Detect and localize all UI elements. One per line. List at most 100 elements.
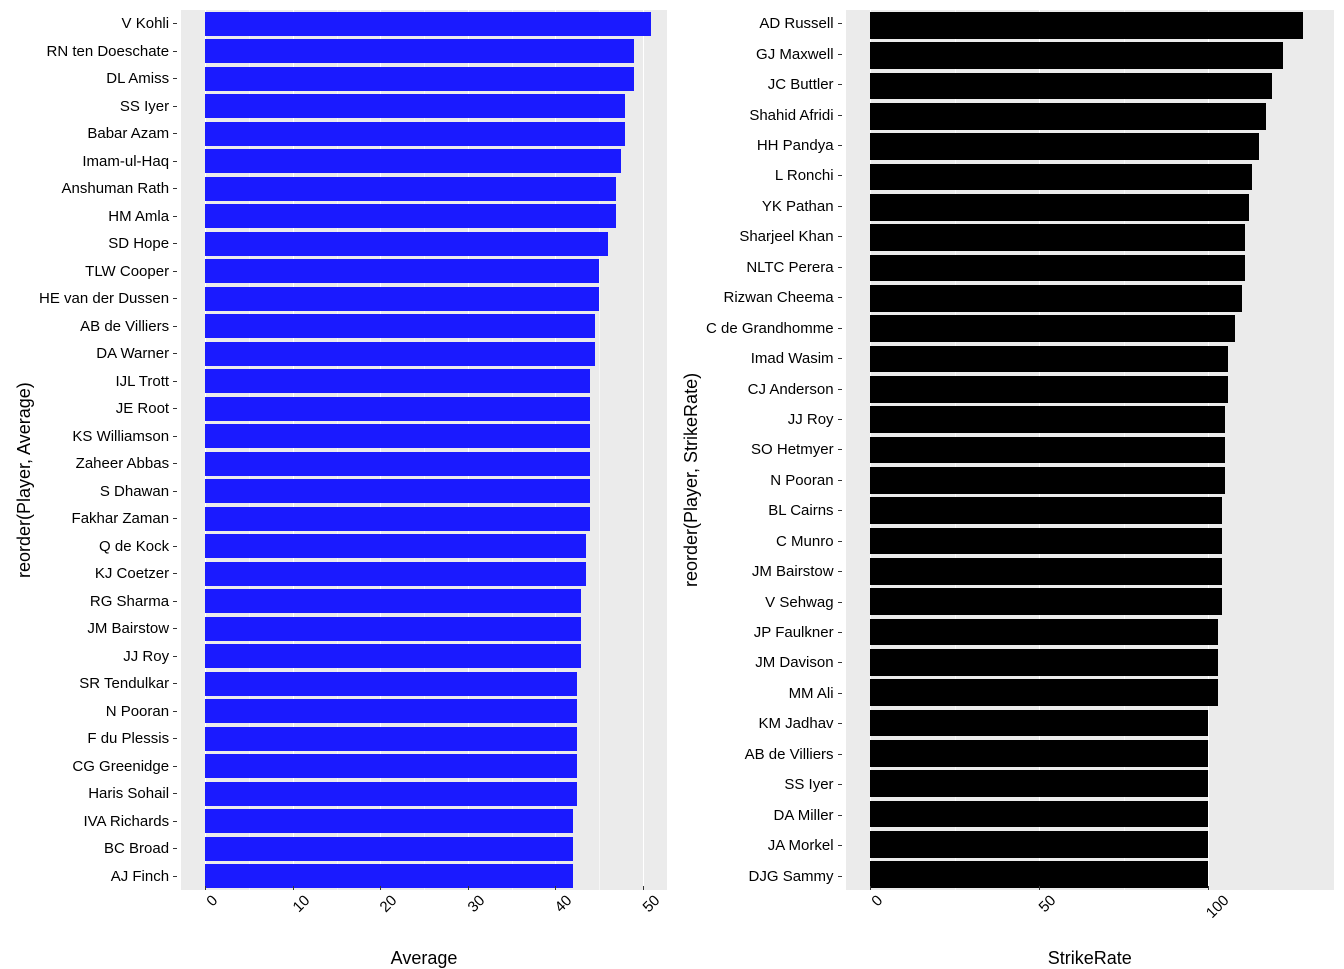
- y-category-label: YK Pathan: [762, 193, 842, 221]
- bar: [205, 424, 590, 448]
- bar: [870, 831, 1208, 858]
- y-category-label: SR Tendulkar: [79, 670, 177, 698]
- bar: [205, 397, 590, 421]
- bar: [205, 562, 585, 586]
- y-category-label: RG Sharma: [90, 588, 177, 616]
- y-category-label: C de Grandhomme: [706, 314, 842, 342]
- y-category-label: F du Plessis: [87, 725, 177, 753]
- bar: [205, 809, 572, 833]
- bar: [205, 534, 585, 558]
- y-category-label: BL Cairns: [768, 497, 841, 525]
- bar: [205, 727, 577, 751]
- y-category-label: KM Jadhav: [759, 710, 842, 738]
- y-category-label: Imad Wasim: [751, 345, 842, 373]
- y-category-label: IJL Trott: [115, 368, 177, 396]
- y-category-label: Zaheer Abbas: [76, 450, 177, 478]
- y-category-label: DL Amiss: [106, 65, 177, 93]
- y-category-label: GJ Maxwell: [756, 40, 842, 68]
- bar: [205, 837, 572, 861]
- x-tick-label: 0: [204, 892, 222, 910]
- bar: [205, 204, 616, 228]
- bar: [870, 285, 1242, 312]
- y-category-label: SS Iyer: [120, 93, 177, 121]
- y-category-label: C Munro: [776, 527, 842, 555]
- x-tick-label: 100: [1203, 892, 1233, 922]
- y-category-label: DA Warner: [96, 340, 177, 368]
- bar: [870, 315, 1235, 342]
- bar: [205, 12, 651, 36]
- bar: [205, 39, 634, 63]
- y-category-label: AJ Finch: [111, 863, 177, 891]
- bar: [870, 346, 1228, 373]
- x-tick-label: 50: [639, 892, 663, 916]
- y-category-label: BC Broad: [104, 835, 177, 863]
- bar: [870, 861, 1208, 888]
- bar: [870, 42, 1283, 69]
- bar: [870, 12, 1303, 39]
- y-category-label: Haris Sohail: [88, 780, 177, 808]
- y-category-label: N Pooran: [770, 467, 841, 495]
- bar: [870, 710, 1208, 737]
- y-category-label: Anshuman Rath: [62, 175, 178, 203]
- y-category-label: Babar Azam: [87, 120, 177, 148]
- bar: [870, 224, 1245, 251]
- bar: [205, 342, 594, 366]
- bar: [870, 437, 1225, 464]
- y-category-label: KJ Coetzer: [95, 560, 177, 588]
- bar: [205, 259, 599, 283]
- bar: [870, 467, 1225, 494]
- x-tick-label: 20: [377, 892, 401, 916]
- y-category-label: CJ Anderson: [748, 375, 842, 403]
- y-category-label: HM Amla: [108, 203, 177, 231]
- y-category-label: IVA Richards: [83, 808, 177, 836]
- xlabel-right: StrikeRate: [846, 948, 1334, 969]
- y-category-label: V Sehwag: [765, 588, 841, 616]
- y-category-label: MM Ali: [789, 680, 842, 708]
- bar: [205, 479, 590, 503]
- y-category-label: NLTC Perera: [746, 254, 841, 282]
- bar: [870, 588, 1222, 615]
- plot-panel-left: [181, 10, 667, 890]
- bar: [205, 864, 572, 888]
- y-category-label: JJ Roy: [788, 406, 842, 434]
- bar: [870, 164, 1252, 191]
- y-category-labels-left: V KohliRN ten DoeschateDL AmissSS IyerBa…: [39, 10, 181, 890]
- bar: [870, 406, 1225, 433]
- bar: [205, 644, 581, 668]
- chart-strikerate: reorder(Player, StrikeRate) AD RussellGJ…: [677, 10, 1334, 950]
- y-category-label: AD Russell: [759, 10, 841, 38]
- bar: [870, 255, 1245, 282]
- y-category-label: HE van der Dussen: [39, 285, 177, 313]
- y-category-labels-right: AD RussellGJ MaxwellJC ButtlerShahid Afr…: [706, 10, 846, 890]
- x-tick-label: 0: [868, 892, 886, 910]
- x-ticks-right: 0 50 100: [846, 890, 1334, 920]
- y-category-label: Sharjeel Khan: [739, 223, 841, 251]
- y-category-label: SO Hetmyer: [751, 436, 842, 464]
- y-category-label: JM Davison: [755, 649, 841, 677]
- x-tick-label: 10: [289, 892, 313, 916]
- x-tick-label: 50: [1036, 892, 1060, 916]
- y-category-label: JP Faulkner: [754, 619, 842, 647]
- y-category-label: Shahid Afridi: [749, 101, 841, 129]
- y-category-label: AB de Villiers: [745, 741, 842, 769]
- bar: [205, 287, 599, 311]
- bar: [870, 649, 1218, 676]
- bar: [205, 122, 625, 146]
- ylabel-right: reorder(Player, StrikeRate): [677, 10, 706, 950]
- bar: [870, 528, 1222, 555]
- y-category-label: DA Miller: [774, 801, 842, 829]
- y-category-label: L Ronchi: [775, 162, 842, 190]
- y-category-label: JA Morkel: [768, 832, 842, 860]
- y-category-label: JM Bairstow: [87, 615, 177, 643]
- plot-panel-right: [846, 10, 1334, 890]
- bar: [870, 770, 1208, 797]
- y-category-label: Fakhar Zaman: [72, 505, 178, 533]
- bar: [870, 133, 1259, 160]
- y-category-label: JE Root: [116, 395, 177, 423]
- y-category-label: Imam-ul-Haq: [82, 148, 177, 176]
- bar: [205, 754, 577, 778]
- bar: [870, 376, 1228, 403]
- chart-average: reorder(Player, Average) V KohliRN ten D…: [10, 10, 667, 950]
- ylabel-left: reorder(Player, Average): [10, 10, 39, 950]
- y-category-label: Rizwan Cheema: [724, 284, 842, 312]
